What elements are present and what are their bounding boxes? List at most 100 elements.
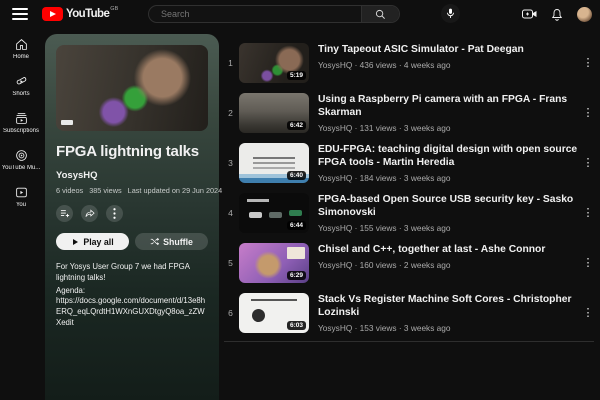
video-meta: YosysHQ · 153 views · 3 weeks ago [318, 323, 580, 333]
video-row[interactable]: 5 6:29 Chisel and C++, together at last … [224, 238, 596, 288]
video-index: 6 [224, 308, 237, 318]
video-menu-button[interactable]: ⋮ [580, 58, 596, 69]
region-label: GB [110, 6, 118, 12]
video-meta: YosysHQ · 131 views · 3 weeks ago [318, 123, 580, 133]
video-title[interactable]: EDU-FPGA: teaching digital design with o… [318, 144, 580, 170]
voice-search-button[interactable] [441, 4, 460, 23]
search-box [148, 5, 400, 23]
video-index: 2 [224, 108, 237, 118]
playlist-description: For Yosys User Group 7 we had FPGA light… [56, 262, 208, 329]
avatar[interactable] [577, 7, 592, 22]
video-text: Chisel and C++, together at last - Ashe … [318, 238, 580, 270]
you-icon [15, 186, 28, 199]
thumbnail-watermark [61, 120, 73, 125]
video-index: 5 [224, 258, 237, 268]
create-button[interactable] [522, 8, 537, 20]
video-index: 1 [224, 58, 237, 68]
video-row[interactable]: 1 5:19 Tiny Tapeout ASIC Simulator - Pat… [224, 38, 596, 88]
youtube-music-icon [15, 149, 28, 162]
video-menu-button[interactable]: ⋮ [580, 158, 596, 169]
video-row[interactable]: 6 6:03 Stack Vs Register Machine Soft Co… [224, 288, 596, 338]
home-icon [15, 38, 28, 51]
list-divider [224, 341, 594, 342]
video-title[interactable]: Tiny Tapeout ASIC Simulator - Pat Deegan [318, 44, 580, 57]
video-meta: YosysHQ · 155 views · 3 weeks ago [318, 223, 580, 233]
video-list: 1 5:19 Tiny Tapeout ASIC Simulator - Pat… [224, 38, 596, 338]
search-button[interactable] [361, 6, 399, 22]
bell-icon [551, 8, 563, 21]
youtube-logo-text: YouTube [66, 7, 109, 21]
playlist-video-count: 6 videos [56, 186, 83, 195]
video-menu-button[interactable]: ⋮ [580, 308, 596, 319]
video-thumbnail[interactable]: 6:03 [239, 293, 309, 333]
video-thumbnail[interactable]: 6:42 [239, 93, 309, 133]
shuffle-icon [150, 237, 159, 246]
youtube-logo[interactable]: YouTube GB [42, 7, 118, 21]
save-playlist-button[interactable] [56, 205, 73, 222]
play-all-button[interactable]: Play all [56, 233, 129, 250]
video-menu-button[interactable]: ⋮ [580, 258, 596, 269]
duration-badge: 6:40 [287, 171, 306, 180]
share-icon [85, 209, 95, 218]
video-text: EDU-FPGA: teaching digital design with o… [318, 138, 580, 183]
search-icon [375, 9, 386, 20]
video-text: FPGA-based Open Source USB security key … [318, 188, 580, 233]
video-text: Stack Vs Register Machine Soft Cores - C… [318, 288, 580, 333]
video-meta: YosysHQ · 184 views · 3 weeks ago [318, 173, 580, 183]
playlist-thumbnail[interactable] [56, 45, 208, 131]
video-thumbnail[interactable]: 6:40 [239, 143, 309, 183]
duration-badge: 6:44 [287, 221, 306, 230]
description-link[interactable]: Agenda: https://docs.google.com/document… [56, 286, 208, 329]
sidebar-item-youtube-music[interactable]: YouTube Mu... [0, 149, 42, 171]
playlist-title: FPGA lightning talks [56, 143, 208, 160]
playlist-buttons: Play all Shuffle [56, 233, 208, 250]
video-title[interactable]: Stack Vs Register Machine Soft Cores - C… [318, 294, 580, 320]
share-button[interactable] [81, 205, 98, 222]
video-menu-button[interactable]: ⋮ [580, 108, 596, 119]
topbar-right-controls [522, 0, 592, 28]
duration-badge: 5:19 [287, 71, 306, 80]
video-text: Using a Raspberry Pi camera with an FPGA… [318, 88, 580, 133]
video-thumbnail[interactable]: 6:29 [239, 243, 309, 283]
notifications-button[interactable] [551, 8, 563, 21]
video-thumbnail[interactable]: 5:19 [239, 43, 309, 83]
video-title[interactable]: Using a Raspberry Pi camera with an FPGA… [318, 94, 580, 120]
sidebar-item-home[interactable]: Home [0, 38, 42, 60]
playlist-panel: FPGA lightning talks YosysHQ 6 videos 38… [45, 34, 219, 400]
video-index: 4 [224, 208, 237, 218]
duration-badge: 6:29 [287, 271, 306, 280]
top-bar: YouTube GB [0, 0, 600, 28]
sidebar: Home Shorts Subscriptions YouTube Mu... … [0, 28, 42, 400]
play-icon [71, 238, 79, 246]
video-index: 3 [224, 158, 237, 168]
duration-badge: 6:42 [287, 121, 306, 130]
save-playlist-icon [60, 209, 70, 218]
playlist-stats: 6 videos 385 views Last updated on 29 Ju… [56, 186, 208, 195]
playlist-view-count: 385 views [89, 186, 121, 195]
sidebar-item-subscriptions[interactable]: Subscriptions [0, 112, 42, 134]
video-title[interactable]: FPGA-based Open Source USB security key … [318, 194, 580, 220]
video-row[interactable]: 2 6:42 Using a Raspberry Pi camera with … [224, 88, 596, 138]
microphone-icon [446, 8, 455, 19]
search-input[interactable] [149, 6, 361, 22]
playlist-more-button[interactable] [106, 205, 123, 222]
video-menu-button[interactable]: ⋮ [580, 208, 596, 219]
description-line: For Yosys User Group 7 we had FPGA light… [56, 262, 208, 284]
shuffle-button[interactable]: Shuffle [135, 233, 208, 250]
playlist-channel-link[interactable]: YosysHQ [56, 170, 208, 181]
sidebar-item-you[interactable]: You [0, 186, 42, 208]
youtube-play-icon [42, 7, 63, 21]
shorts-icon [15, 75, 28, 88]
duration-badge: 6:03 [287, 321, 306, 330]
more-vertical-icon [113, 208, 116, 219]
video-thumbnail[interactable]: 6:44 [239, 193, 309, 233]
video-title[interactable]: Chisel and C++, together at last - Ashe … [318, 244, 580, 257]
video-row[interactable]: 4 6:44 FPGA-based Open Source USB securi… [224, 188, 596, 238]
create-icon [522, 8, 537, 20]
subscriptions-icon [15, 112, 28, 125]
sidebar-item-shorts[interactable]: Shorts [0, 75, 42, 97]
hamburger-menu-icon[interactable] [12, 8, 28, 20]
video-row[interactable]: 3 6:40 EDU-FPGA: teaching digital design… [224, 138, 596, 188]
playlist-updated: Last updated on 29 Jun 2024 [128, 186, 223, 195]
playlist-actions [56, 205, 208, 222]
